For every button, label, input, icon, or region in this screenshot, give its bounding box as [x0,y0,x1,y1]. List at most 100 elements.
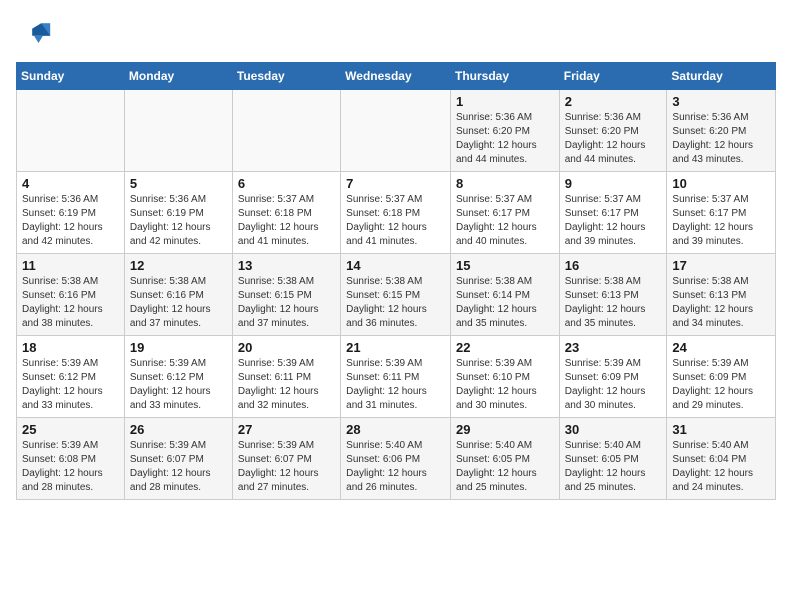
day-info: Sunrise: 5:38 AM Sunset: 6:13 PM Dayligh… [672,275,770,331]
day-info: Sunrise: 5:38 AM Sunset: 6:13 PM Dayligh… [565,275,662,331]
day-number: 18 [22,340,119,355]
calendar-table: SundayMondayTuesdayWednesdayThursdayFrid… [16,62,776,500]
day-number: 13 [238,258,335,273]
day-info: Sunrise: 5:37 AM Sunset: 6:17 PM Dayligh… [672,193,770,249]
day-info: Sunrise: 5:39 AM Sunset: 6:12 PM Dayligh… [22,357,119,413]
day-info: Sunrise: 5:38 AM Sunset: 6:16 PM Dayligh… [22,275,119,331]
day-number: 6 [238,176,335,191]
calendar-cell: 30 Sunrise: 5:40 AM Sunset: 6:05 PM Dayli… [559,418,667,500]
column-header-wednesday: Wednesday [341,63,451,90]
calendar-cell: 7Sunrise: 5:37 AM Sunset: 6:18 PM Daylig… [341,172,451,254]
calendar-cell: 22 Sunrise: 5:39 AM Sunset: 6:10 PM Dayli… [450,336,559,418]
day-info: Sunrise: 5:39 AM Sunset: 6:11 PM Dayligh… [238,357,335,413]
day-info: Sunrise: 5:36 AM Sunset: 6:20 PM Dayligh… [565,111,662,167]
day-number: 30 [565,422,662,437]
day-number: 24 [672,340,770,355]
day-number: 31 [672,422,770,437]
calendar-cell: 1Sunrise: 5:36 AM Sunset: 6:20 PM Daylig… [450,90,559,172]
column-header-sunday: Sunday [17,63,125,90]
column-header-monday: Monday [124,63,232,90]
day-info: Sunrise: 5:38 AM Sunset: 6:16 PM Dayligh… [130,275,227,331]
calendar-cell [232,90,340,172]
day-number: 22 [456,340,554,355]
day-number: 27 [238,422,335,437]
calendar-cell: 26 Sunrise: 5:39 AM Sunset: 6:07 PM Dayli… [124,418,232,500]
calendar-cell: 12 Sunrise: 5:38 AM Sunset: 6:16 PM Dayli… [124,254,232,336]
day-info: Sunrise: 5:40 AM Sunset: 6:05 PM Dayligh… [565,439,662,495]
day-number: 28 [346,422,445,437]
calendar-header: SundayMondayTuesdayWednesdayThursdayFrid… [17,63,776,90]
day-number: 12 [130,258,227,273]
day-number: 14 [346,258,445,273]
day-info: Sunrise: 5:38 AM Sunset: 6:15 PM Dayligh… [238,275,335,331]
calendar-cell: 17 Sunrise: 5:38 AM Sunset: 6:13 PM Dayli… [667,254,776,336]
day-info: Sunrise: 5:40 AM Sunset: 6:04 PM Dayligh… [672,439,770,495]
calendar-body: 1 Sunrise: 5:36 AM Sunset: 6:20 PM Daylig… [17,90,776,500]
calendar-cell [341,90,451,172]
calendar-cell: 2 Sunrise: 5:36 AM Sunset: 6:20 PM Daylig… [559,90,667,172]
calendar-cell: 3 Sunrise: 5:36 AM Sunset: 6:20 PM Daylig… [667,90,776,172]
calendar-cell: 25 Sunrise: 5:39 AM Sunset: 6:08 PM Dayli… [17,418,125,500]
day-number: 11 [22,258,119,273]
day-info: Sunrise: 5:39 AM Sunset: 6:11 PM Dayligh… [346,357,445,413]
column-header-saturday: Saturday [667,63,776,90]
calendar-cell [17,90,125,172]
calendar-cell: 6 Sunrise: 5:37 AM Sunset: 6:18 PM Daylig… [232,172,340,254]
calendar-cell: 16 Sunrise: 5:38 AM Sunset: 6:13 PM Dayli… [559,254,667,336]
day-number: 29 [456,422,554,437]
column-header-tuesday: Tuesday [232,63,340,90]
day-number: 17 [672,258,770,273]
calendar-cell: 11 Sunrise: 5:38 AM Sunset: 6:16 PM Dayli… [17,254,125,336]
day-info: Sunrise: 5:36 AM Sunset: 6:19 PM Dayligh… [130,193,227,249]
calendar-cell: 28 Sunrise: 5:40 AM Sunset: 6:06 PM Dayli… [341,418,451,500]
day-number: 4 [22,176,119,191]
day-number: 8 [456,176,554,191]
day-info: Sunrise: 5:39 AM Sunset: 6:09 PM Dayligh… [565,357,662,413]
day-number: 9 [565,176,662,191]
day-info: Sunrise: 5:36 AM Sunset: 6:20 PM Dayligh… [672,111,770,167]
day-info: Sunrise: 5:38 AM Sunset: 6:14 PM Dayligh… [456,275,554,331]
calendar-cell: 10 Sunrise: 5:37 AM Sunset: 6:17 PM Dayli… [667,172,776,254]
calendar-cell: 24 Sunrise: 5:39 AM Sunset: 6:09 PM Dayli… [667,336,776,418]
day-info: Sunrise: 5:37 AM Sunset: 6:18 PM Dayligh… [346,193,445,249]
calendar-cell: 15 Sunrise: 5:38 AM Sunset: 6:14 PM Dayli… [450,254,559,336]
day-info: Sunrise: 5:39 AM Sunset: 6:07 PM Dayligh… [130,439,227,495]
calendar-cell: 5Sunrise: 5:36 AM Sunset: 6:19 PM Daylig… [124,172,232,254]
calendar-cell: 9Sunrise: 5:37 AM Sunset: 6:17 PM Daylig… [559,172,667,254]
day-number: 3 [672,94,770,109]
day-info: Sunrise: 5:39 AM Sunset: 6:08 PM Dayligh… [22,439,119,495]
day-number: 20 [238,340,335,355]
calendar-cell: 4Sunrise: 5:36 AM Sunset: 6:19 PM Daylig… [17,172,125,254]
day-number: 1 [456,94,554,109]
calendar-cell: 13 Sunrise: 5:38 AM Sunset: 6:15 PM Dayli… [232,254,340,336]
day-info: Sunrise: 5:37 AM Sunset: 6:18 PM Dayligh… [238,193,335,249]
calendar-cell: 14 Sunrise: 5:38 AM Sunset: 6:15 PM Dayli… [341,254,451,336]
day-info: Sunrise: 5:38 AM Sunset: 6:15 PM Dayligh… [346,275,445,331]
day-number: 15 [456,258,554,273]
calendar-cell: 8Sunrise: 5:37 AM Sunset: 6:17 PM Daylig… [450,172,559,254]
day-number: 16 [565,258,662,273]
week-row-5: 25 Sunrise: 5:39 AM Sunset: 6:08 PM Dayli… [17,418,776,500]
day-info: Sunrise: 5:39 AM Sunset: 6:10 PM Dayligh… [456,357,554,413]
calendar-cell: 23 Sunrise: 5:39 AM Sunset: 6:09 PM Dayli… [559,336,667,418]
day-number: 26 [130,422,227,437]
calendar-cell: 20 Sunrise: 5:39 AM Sunset: 6:11 PM Dayli… [232,336,340,418]
calendar-cell: 27Sunrise: 5:39 AM Sunset: 6:07 PM Dayli… [232,418,340,500]
calendar-cell: 18 Sunrise: 5:39 AM Sunset: 6:12 PM Dayli… [17,336,125,418]
logo [16,16,56,52]
day-number: 10 [672,176,770,191]
header-row: SundayMondayTuesdayWednesdayThursdayFrid… [17,63,776,90]
calendar-cell: 21Sunrise: 5:39 AM Sunset: 6:11 PM Dayli… [341,336,451,418]
calendar-cell: 29Sunrise: 5:40 AM Sunset: 6:05 PM Dayli… [450,418,559,500]
calendar-cell: 19Sunrise: 5:39 AM Sunset: 6:12 PM Dayli… [124,336,232,418]
day-info: Sunrise: 5:40 AM Sunset: 6:06 PM Dayligh… [346,439,445,495]
week-row-1: 1 Sunrise: 5:36 AM Sunset: 6:20 PM Daylig… [17,90,776,172]
column-header-friday: Friday [559,63,667,90]
day-number: 23 [565,340,662,355]
calendar-cell [124,90,232,172]
day-number: 25 [22,422,119,437]
column-header-thursday: Thursday [450,63,559,90]
week-row-4: 18 Sunrise: 5:39 AM Sunset: 6:12 PM Dayli… [17,336,776,418]
day-number: 2 [565,94,662,109]
day-info: Sunrise: 5:39 AM Sunset: 6:09 PM Dayligh… [672,357,770,413]
